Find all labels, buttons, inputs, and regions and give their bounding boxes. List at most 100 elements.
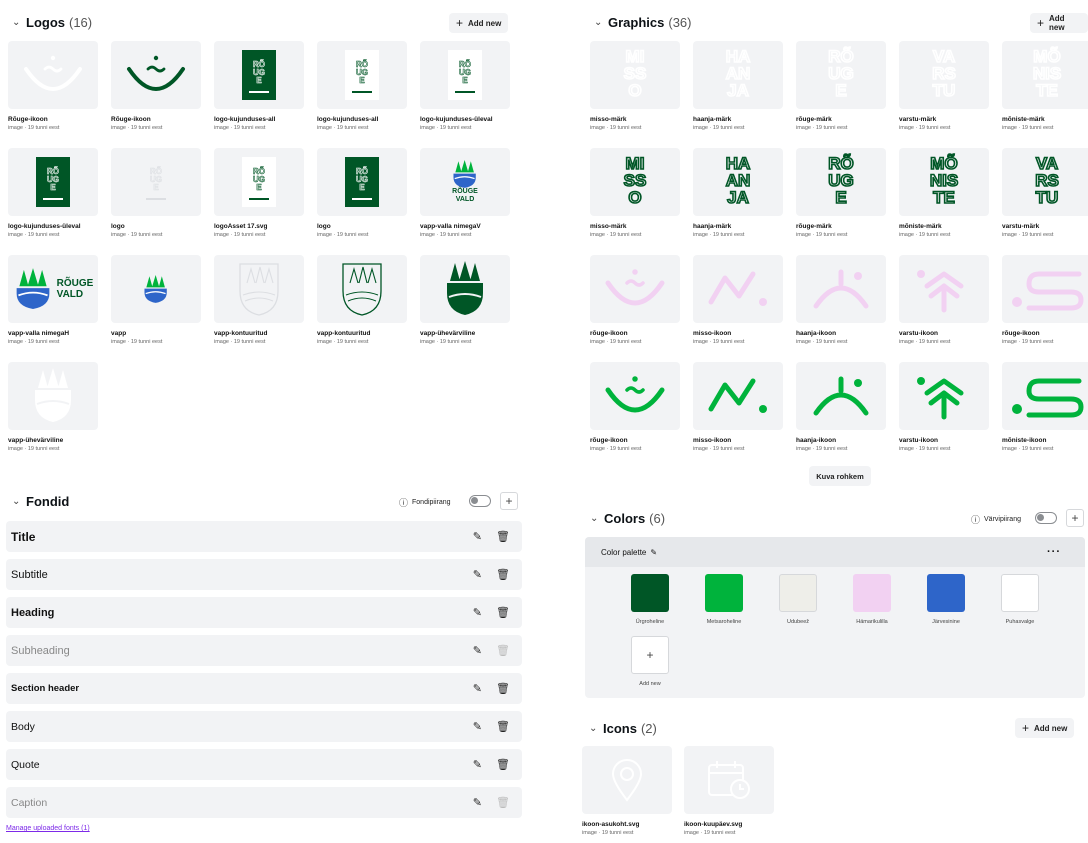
add-color-button[interactable]: + Add new	[631, 636, 669, 687]
asset-tile[interactable]: mõniste-ikoon image · 19 tunni eest	[1002, 362, 1088, 452]
color-palette-label[interactable]: Color palette	[601, 548, 646, 557]
font-row[interactable]: Caption ✎ 🗑	[6, 787, 522, 818]
asset-thumbnail[interactable]: RÕ UG E	[420, 41, 510, 109]
color-swatch[interactable]: Järvesinine	[927, 574, 965, 625]
asset-thumbnail[interactable]	[693, 255, 783, 323]
asset-tile[interactable]: RÕ UG E rõuge-märk image · 19 tunni eest	[796, 41, 886, 131]
asset-thumbnail[interactable]: VA RS TU	[899, 41, 989, 109]
asset-tile[interactable]: haanja-ikoon image · 19 tunni eest	[796, 362, 886, 452]
font-row[interactable]: Section header ✎ 🗑	[6, 673, 522, 704]
asset-thumbnail[interactable]: RÕ UG E	[8, 148, 98, 216]
trash-icon[interactable]: 🗑	[496, 644, 510, 657]
asset-thumbnail[interactable]	[684, 746, 774, 814]
asset-tile[interactable]: RÕUGE VALD vapp-valla nimegaH image · 19 …	[8, 255, 98, 345]
icons-section-header[interactable]: ⌄ Icons (2)	[589, 721, 657, 736]
asset-thumbnail[interactable]	[317, 255, 407, 323]
asset-tile[interactable]: RÕ UG E logo image · 19 tunni eest	[317, 148, 407, 238]
asset-tile[interactable]: vapp-ühevärviline image · 19 tunni eest	[420, 255, 510, 345]
color-chip[interactable]	[779, 574, 817, 612]
asset-thumbnail[interactable]	[8, 41, 98, 109]
asset-tile[interactable]: RÕUGE VALD vapp-valla nimegaV image · 19 …	[420, 148, 510, 238]
asset-thumbnail[interactable]	[899, 362, 989, 430]
asset-thumbnail[interactable]	[582, 746, 672, 814]
asset-tile[interactable]: varstu-ikoon image · 19 tunni eest	[899, 362, 989, 452]
trash-icon[interactable]: 🗑	[496, 606, 510, 619]
font-limit-toggle[interactable]	[469, 495, 491, 507]
color-chip[interactable]	[927, 574, 965, 612]
asset-thumbnail[interactable]: RÕ UG E	[317, 41, 407, 109]
asset-thumbnail[interactable]: RÕ UG E	[796, 41, 886, 109]
color-swatch[interactable]: Hämarikulilla	[853, 574, 891, 625]
color-swatch[interactable]: Ürgroheline	[631, 574, 669, 625]
more-options-icon[interactable]: ···	[1047, 546, 1061, 558]
asset-tile[interactable]: HA AN JA haanja-märk image · 19 tunni eest	[693, 41, 783, 131]
trash-icon[interactable]: 🗑	[496, 530, 510, 543]
asset-thumbnail[interactable]	[111, 255, 201, 323]
asset-tile[interactable]: RÕ UG E logo-kujunduses-all image · 19 tun…	[214, 41, 304, 131]
color-swatch[interactable]: Puhasvalge	[1001, 574, 1039, 625]
asset-tile[interactable]: ikoon-asukoht.svg image · 19 tunni eest	[582, 746, 672, 836]
color-chip[interactable]	[631, 574, 669, 612]
asset-tile[interactable]: RÕ UG E logo-kujunduses-all image · 19 tun…	[317, 41, 407, 131]
asset-tile[interactable]: MI SS O misso-märk image · 19 tunni eest	[590, 148, 680, 238]
pencil-icon[interactable]: ✎	[473, 758, 482, 771]
trash-icon[interactable]: 🗑	[496, 682, 510, 695]
asset-tile[interactable]: VA RS TU varstu-märk image · 19 tunni eest	[1002, 148, 1088, 238]
asset-thumbnail[interactable]: MÕ NIS TE	[1002, 41, 1088, 109]
pencil-icon[interactable]: ✎	[473, 568, 482, 581]
asset-tile[interactable]: misso-ikoon image · 19 tunni eest	[693, 362, 783, 452]
asset-thumbnail[interactable]	[590, 362, 680, 430]
logos-add-new-button[interactable]: + Add new	[449, 13, 509, 33]
asset-tile[interactable]: vapp-kontuuritud image · 19 tunni eest	[317, 255, 407, 345]
trash-icon[interactable]: 🗑	[496, 720, 510, 733]
font-row[interactable]: Subheading ✎ 🗑	[6, 635, 522, 666]
font-row[interactable]: Title ✎ 🗑	[6, 521, 522, 552]
logos-section-header[interactable]: ⌄ Logos (16)	[12, 15, 92, 30]
color-swatch[interactable]: Metsaroheline	[705, 574, 743, 625]
asset-thumbnail[interactable]: HA AN JA	[693, 148, 783, 216]
asset-tile[interactable]: rõuge-ikoon image · 19 tunni eest	[590, 255, 680, 345]
graphics-section-header[interactable]: ⌄ Graphics (36)	[594, 15, 691, 30]
color-chip[interactable]	[853, 574, 891, 612]
asset-thumbnail[interactable]: RÕ UG E	[111, 148, 201, 216]
font-row[interactable]: Quote ✎ 🗑	[6, 749, 522, 780]
font-row[interactable]: Subtitle ✎ 🗑	[6, 559, 522, 590]
manage-uploaded-fonts-link[interactable]: Manage uploaded fonts (1)	[6, 825, 90, 832]
colors-section-header[interactable]: ⌄ Colors (6)	[590, 511, 665, 526]
asset-tile[interactable]: rõuge-ikoon image · 19 tunni eest	[1002, 255, 1088, 345]
asset-tile[interactable]: vapp-ühevärviline image · 19 tunni eest	[8, 362, 98, 452]
pencil-icon[interactable]: ✎	[473, 796, 482, 809]
icons-add-new-button[interactable]: + Add new	[1015, 718, 1075, 738]
asset-thumbnail[interactable]: RÕ UG E	[796, 148, 886, 216]
font-row[interactable]: Heading ✎ 🗑	[6, 597, 522, 628]
pencil-icon[interactable]: ✎	[650, 548, 657, 557]
color-limit-toggle[interactable]	[1035, 512, 1057, 524]
asset-thumbnail[interactable]: RÕ UG E	[317, 148, 407, 216]
asset-tile[interactable]: ikoon-kuupäev.svg image · 19 tunni eest	[684, 746, 774, 836]
pencil-icon[interactable]: ✎	[473, 720, 482, 733]
pencil-icon[interactable]: ✎	[473, 682, 482, 695]
pencil-icon[interactable]: ✎	[473, 644, 482, 657]
asset-thumbnail[interactable]	[1002, 362, 1088, 430]
asset-thumbnail[interactable]	[899, 255, 989, 323]
pencil-icon[interactable]: ✎	[473, 606, 482, 619]
asset-tile[interactable]: Rõuge-ikoon image · 19 tunni eest	[8, 41, 98, 131]
show-more-button[interactable]: Kuva rohkem	[809, 466, 871, 486]
asset-tile[interactable]: RÕ UG E logo-kujunduses-üleval image · 19 …	[8, 148, 98, 238]
asset-tile[interactable]: MÕ NIS TE mõniste-märk image · 19 tunni ee…	[899, 148, 989, 238]
asset-thumbnail[interactable]: RÕ UG E	[214, 41, 304, 109]
trash-icon[interactable]: 🗑	[496, 568, 510, 581]
asset-tile[interactable]: RÕ UG E logo-kujunduses-üleval image · 19 …	[420, 41, 510, 131]
asset-thumbnail[interactable]: VA RS TU	[1002, 148, 1088, 216]
asset-thumbnail[interactable]	[8, 362, 98, 430]
trash-icon[interactable]: 🗑	[496, 758, 510, 771]
asset-tile[interactable]: haanja-ikoon image · 19 tunni eest	[796, 255, 886, 345]
asset-thumbnail[interactable]: RÕ UG E	[214, 148, 304, 216]
asset-thumbnail[interactable]: MI SS O	[590, 41, 680, 109]
asset-thumbnail[interactable]: RÕUGE VALD	[8, 255, 98, 323]
asset-tile[interactable]: vapp image · 19 tunni eest	[111, 255, 201, 345]
asset-tile[interactable]: rõuge-ikoon image · 19 tunni eest	[590, 362, 680, 452]
asset-thumbnail[interactable]	[796, 255, 886, 323]
asset-tile[interactable]: Rõuge-ikoon image · 19 tunni eest	[111, 41, 201, 131]
pencil-icon[interactable]: ✎	[473, 530, 482, 543]
